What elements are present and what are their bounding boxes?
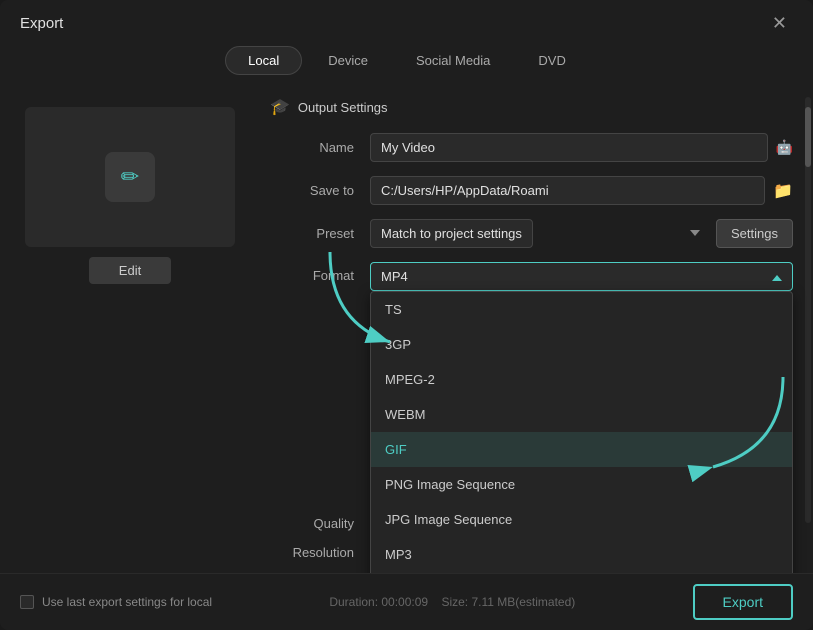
tab-dvd[interactable]: DVD: [516, 46, 587, 75]
scrollbar[interactable]: [805, 97, 811, 523]
format-select-wrapper: MP4 TS 3GP MPEG-2 WEBM GIF PNG Image Seq…: [370, 262, 793, 291]
resolution-label: Resolution: [270, 545, 370, 560]
settings-button[interactable]: Settings: [716, 219, 793, 248]
preset-chevron-icon: [690, 225, 700, 243]
preview-box: ✏: [25, 107, 235, 247]
tab-social-media[interactable]: Social Media: [394, 46, 512, 75]
content-area: ✏ Edit 🎓 Output Settings Name 🤖 Save to: [0, 87, 813, 573]
folder-icon[interactable]: 📁: [773, 181, 793, 201]
format-dropdown: TS 3GP MPEG-2 WEBM GIF PNG Image Sequenc…: [370, 291, 793, 573]
format-label: Format: [270, 268, 370, 283]
save-to-label: Save to: [270, 183, 370, 198]
format-select-button[interactable]: MP4: [370, 262, 793, 291]
use-last-settings: Use last export settings for local: [20, 595, 212, 609]
preview-icon: ✏: [105, 152, 155, 202]
format-option-3gp[interactable]: 3GP: [371, 327, 792, 362]
window-title: Export: [20, 15, 63, 32]
preset-label: Preset: [270, 226, 370, 241]
export-button[interactable]: Export: [693, 584, 793, 620]
edit-button[interactable]: Edit: [89, 257, 171, 284]
quality-label: Quality: [270, 516, 370, 531]
save-to-input[interactable]: [370, 176, 765, 205]
format-option-gif[interactable]: GIF: [371, 432, 792, 467]
save-to-row: Save to 📁: [270, 176, 793, 205]
tab-local[interactable]: Local: [225, 46, 302, 75]
output-settings-label: Output Settings: [298, 100, 388, 115]
preset-wrapper: Match to project settings Settings: [370, 219, 793, 248]
format-option-ts[interactable]: TS: [371, 292, 792, 327]
name-input[interactable]: [370, 133, 768, 162]
output-settings-icon: 🎓: [270, 97, 290, 117]
tab-device[interactable]: Device: [306, 46, 390, 75]
save-to-wrapper: 📁: [370, 176, 793, 205]
name-input-wrapper: 🤖: [370, 133, 793, 162]
use-last-settings-label: Use last export settings for local: [42, 595, 212, 609]
format-selected-value: MP4: [381, 269, 408, 284]
format-chevron-icon: [772, 269, 782, 284]
preset-row: Preset Match to project settings Setting…: [270, 219, 793, 248]
export-window: Export ✕ Local Device Social Media DVD ✏…: [0, 0, 813, 630]
duration-text: Duration: 00:00:09: [329, 595, 428, 609]
size-text: Size: 7.11 MB(estimated): [441, 595, 575, 609]
format-row: Format MP4 TS 3GP MPEG-2 WEBM GIF PNG Im…: [270, 262, 793, 291]
tab-bar: Local Device Social Media DVD: [0, 42, 813, 87]
duration-size-info: Duration: 00:00:09 Size: 7.11 MB(estimat…: [329, 595, 575, 609]
name-row: Name 🤖: [270, 133, 793, 162]
preset-select-wrapper: Match to project settings: [370, 219, 708, 248]
left-panel: ✏ Edit: [0, 87, 260, 573]
ai-icon[interactable]: 🤖: [776, 139, 793, 156]
format-option-jpg[interactable]: JPG Image Sequence: [371, 502, 792, 537]
format-option-png[interactable]: PNG Image Sequence: [371, 467, 792, 502]
preset-select[interactable]: Match to project settings: [370, 219, 533, 248]
scrollbar-thumb[interactable]: [805, 107, 811, 167]
title-bar: Export ✕: [0, 0, 813, 42]
format-option-mp3[interactable]: MP3: [371, 537, 792, 572]
close-button[interactable]: ✕: [766, 12, 793, 34]
output-settings-header: 🎓 Output Settings: [270, 97, 793, 117]
format-option-wav[interactable]: WAV: [371, 572, 792, 573]
bottom-bar: Use last export settings for local Durat…: [0, 573, 813, 630]
right-panel: 🎓 Output Settings Name 🤖 Save to 📁: [260, 87, 813, 573]
use-last-settings-checkbox[interactable]: [20, 595, 34, 609]
format-option-mpeg2[interactable]: MPEG-2: [371, 362, 792, 397]
name-label: Name: [270, 140, 370, 155]
format-option-webm[interactable]: WEBM: [371, 397, 792, 432]
